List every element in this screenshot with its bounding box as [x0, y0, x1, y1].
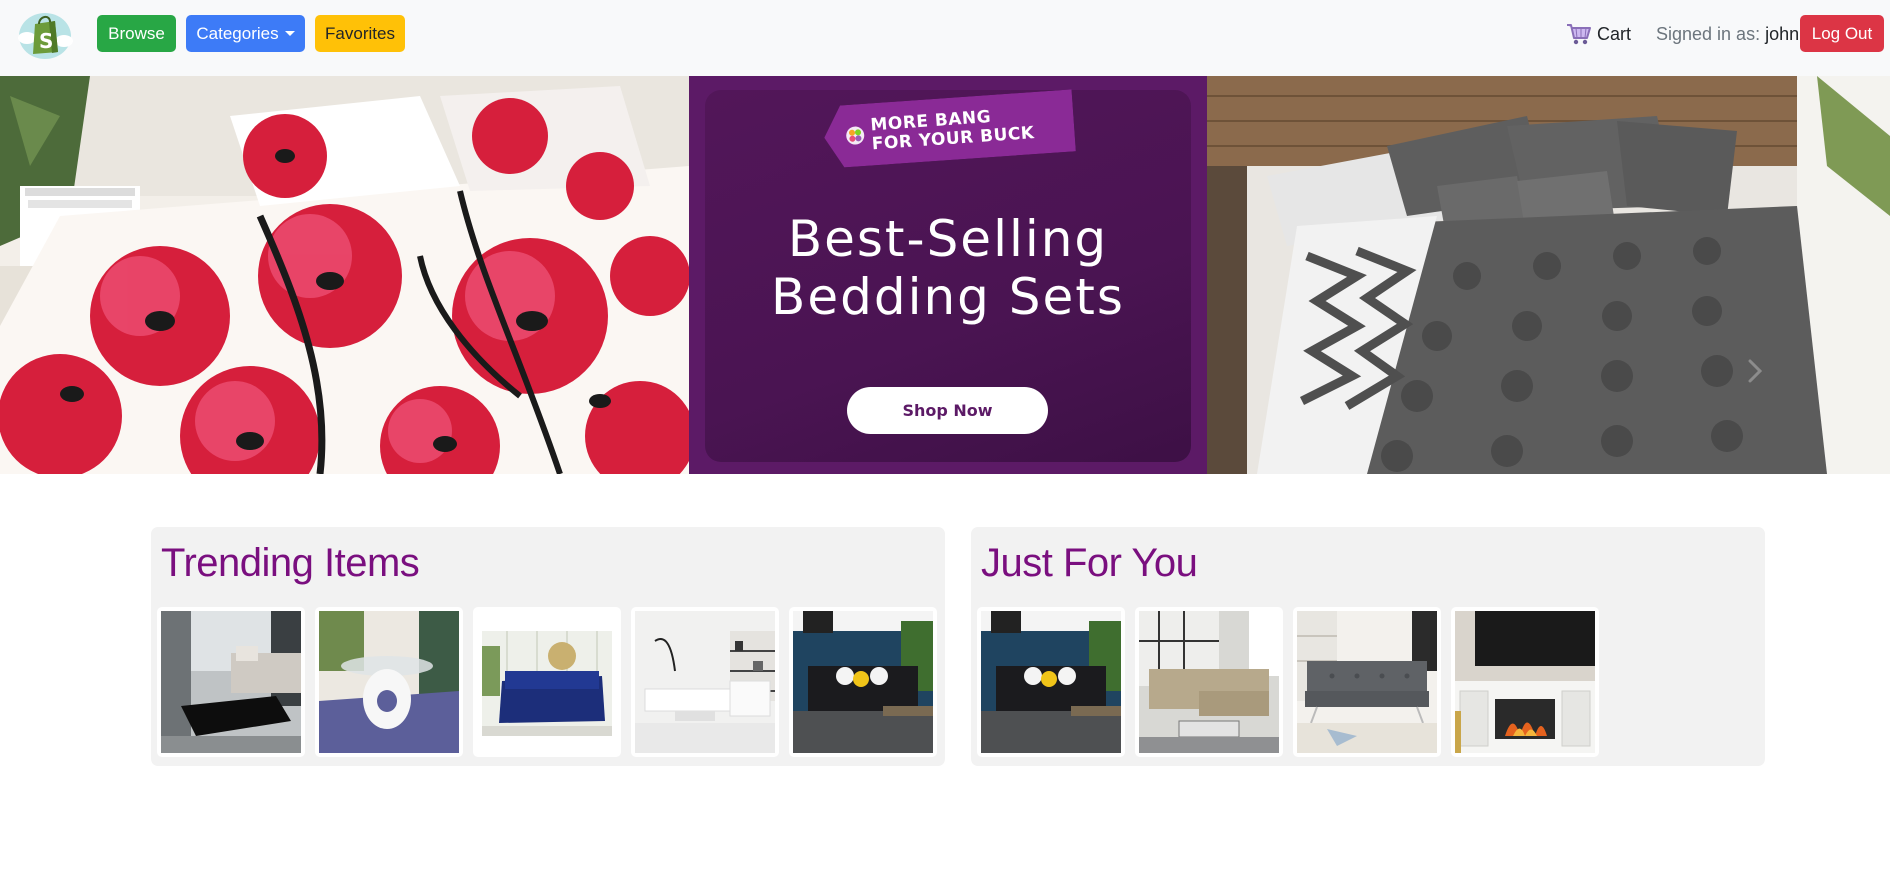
white-oval-table-purple-rug-image — [319, 611, 459, 753]
trending-items-title: Trending Items — [161, 541, 420, 585]
black-sofa-yellow-pillow-image — [793, 611, 933, 753]
promo-headline-line1: Best-Selling — [787, 210, 1109, 268]
just-for-you-section: Just For You — [971, 527, 1765, 766]
promo-panel: MORE BANG FOR YOUR BUCK Best-Selling Bed… — [689, 76, 1207, 474]
signed-in-status: Signed in as: john — [1656, 24, 1799, 45]
product-card[interactable] — [1135, 607, 1283, 757]
cart-label: Cart — [1597, 23, 1632, 44]
browse-button[interactable]: Browse — [97, 15, 176, 52]
cart-link[interactable]: Cart — [1566, 20, 1631, 48]
promo-headline: Best-Selling Bedding Sets — [689, 210, 1207, 326]
product-card[interactable] — [157, 607, 305, 757]
just-for-you-list — [977, 607, 1599, 757]
white-sectional-living-room-image — [635, 611, 775, 753]
signed-in-prefix: Signed in as: — [1656, 24, 1761, 44]
product-card[interactable] — [977, 607, 1125, 757]
trending-items-section: Trending Items — [151, 527, 945, 766]
black-sofa-yellow-pillow-image — [981, 611, 1121, 753]
shopping-bag-logo-icon[interactable]: S — [16, 8, 74, 60]
trending-items-list — [157, 607, 937, 757]
chevron-right-icon[interactable] — [1748, 359, 1762, 383]
hero-banner[interactable]: MORE BANG FOR YOUR BUCK Best-Selling Bed… — [0, 76, 1890, 474]
username: john — [1765, 24, 1800, 44]
product-card[interactable] — [473, 607, 621, 757]
product-card[interactable] — [1451, 607, 1599, 757]
beige-sectional-sofa-image — [1139, 611, 1279, 753]
just-for-you-title: Just For You — [981, 541, 1198, 585]
svg-text:S: S — [39, 29, 53, 53]
caret-down-icon — [284, 31, 295, 36]
product-card[interactable] — [315, 607, 463, 757]
favorites-button[interactable]: Favorites — [315, 15, 405, 52]
logout-button[interactable]: Log Out — [1800, 15, 1884, 52]
product-card[interactable] — [1293, 607, 1441, 757]
gray-bedding-image — [1207, 76, 1890, 474]
product-card[interactable] — [789, 607, 937, 757]
shopping-cart-icon — [1567, 24, 1591, 45]
gray-sofa-black-coffee-table-image — [161, 611, 301, 753]
categories-label: Categories — [196, 24, 279, 43]
white-fireplace-tv-stand-image — [1455, 611, 1595, 753]
product-card[interactable] — [631, 607, 779, 757]
navy-velvet-sofa-image — [477, 611, 617, 753]
gray-tufted-futon-image — [1297, 611, 1437, 753]
promo-headline-line2: Bedding Sets — [771, 268, 1125, 326]
top-navbar: S Browse Categories Favorites Cart Signe… — [0, 0, 1890, 76]
categories-dropdown-button[interactable]: Categories — [186, 15, 305, 52]
shop-now-button[interactable]: Shop Now — [847, 387, 1048, 434]
floral-bedding-image — [0, 76, 695, 474]
